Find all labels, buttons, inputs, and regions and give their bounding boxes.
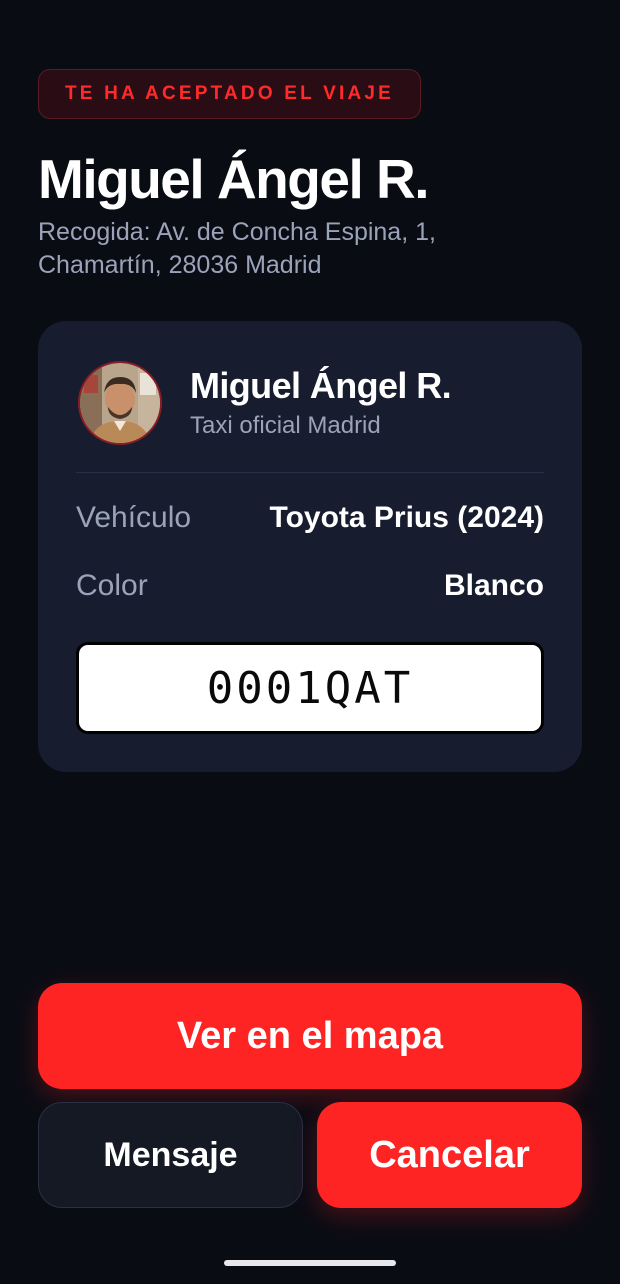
driver-name: Miguel Ángel R. [190, 365, 452, 406]
ride-accepted-screen: TE HA ACEPTADO EL VIAJE Miguel Ángel R. … [0, 0, 620, 1284]
message-button[interactable]: Mensaje [38, 1102, 303, 1208]
vehicle-label: Vehículo [76, 501, 192, 534]
driver-subtitle: Taxi oficial Madrid [190, 412, 381, 439]
view-on-map-button[interactable]: Ver en el mapa [38, 983, 582, 1089]
pickup-address-line2: Chamartín, 28036 Madrid [38, 251, 322, 279]
color-value: Blanco [443, 569, 544, 602]
vehicle-row: Vehículo Toyota Prius (2024) [76, 501, 544, 535]
pickup-address-line1: Recogida: Av. de Concha Espina, 1, [38, 218, 436, 246]
cancel-button[interactable]: Cancelar [317, 1102, 582, 1208]
driver-avatar-photo [80, 363, 160, 443]
avatar [78, 361, 162, 445]
pickup-address: Recogida: Av. de Concha Espina, 1, Chama… [38, 216, 558, 282]
color-label: Color [76, 569, 148, 602]
status-badge: TE HA ACEPTADO EL VIAJE [38, 69, 421, 119]
home-indicator[interactable] [224, 1260, 396, 1266]
page-title: Miguel Ángel R. [38, 148, 430, 210]
vehicle-value: Toyota Prius (2024) [269, 501, 544, 534]
driver-card: Miguel Ángel R. Taxi oficial Madrid Vehí… [38, 321, 582, 772]
card-divider [76, 472, 544, 473]
color-row: Color Blanco [76, 569, 544, 603]
license-plate: 0001QAT [76, 642, 544, 734]
